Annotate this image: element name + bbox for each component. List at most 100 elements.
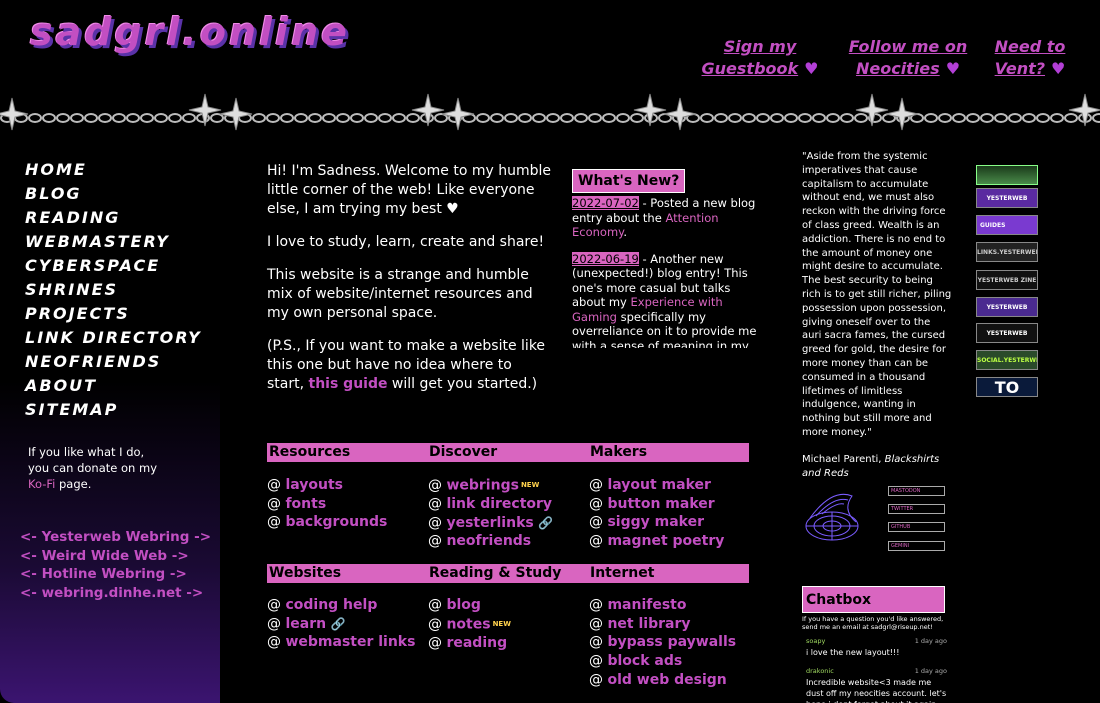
- header-makers: Makers: [590, 444, 648, 460]
- link-net-library[interactable]: net library: [607, 616, 690, 632]
- chain-link-icon: 🔗: [330, 616, 346, 631]
- link-coding-help[interactable]: coding help: [285, 597, 377, 613]
- intro-p4: (P.S., If you want to make a website lik…: [267, 337, 552, 394]
- link-fonts[interactable]: fonts: [285, 496, 326, 512]
- link-webrings[interactable]: webrings: [446, 477, 518, 493]
- link-block-ads[interactable]: block ads: [607, 653, 682, 669]
- yesterweb-button[interactable]: YESTERWEB RECLAIM THE NET: [976, 188, 1038, 208]
- link-manifesto[interactable]: manifesto: [607, 597, 686, 613]
- discord-button[interactable]: YESTERWEB DISCORD: [976, 297, 1038, 317]
- link-item: @ coding help: [267, 597, 378, 613]
- badge-button[interactable]: [976, 165, 1038, 185]
- link-item: @ layouts: [267, 477, 344, 493]
- link-item: @ button maker: [589, 495, 715, 512]
- vent-link[interactable]: Need to Vent? ♥: [980, 36, 1080, 80]
- guide-link[interactable]: this guide: [309, 376, 388, 392]
- webring-hotline[interactable]: <- Hotline Webring ->: [20, 565, 211, 584]
- nav-cyberspace[interactable]: Cyberspace: [25, 254, 205, 278]
- main-nav: Home Blog Reading Webmastery Cyberspace …: [25, 158, 205, 422]
- link-item: @ neofriends: [428, 533, 532, 550]
- chat-message: drakonic 1 day ago Incredible website<3 m…: [802, 666, 947, 703]
- site-logo[interactable]: sadgrl.online: [30, 10, 350, 54]
- to-button[interactable]: TO: [976, 377, 1038, 397]
- link-item: @ bypass paywalls: [589, 634, 737, 651]
- nav-webmastery[interactable]: Webmastery: [25, 230, 205, 254]
- news-feed[interactable]: 2022-07-02 - Posted a new blog entry abo…: [572, 196, 757, 348]
- guestbook-link[interactable]: Sign my Guestbook ♥: [700, 36, 820, 80]
- header-reading-study: Reading & Study: [429, 565, 562, 581]
- webring-yesterweb[interactable]: <- Yesterweb Webring ->: [20, 528, 211, 547]
- twitter-button[interactable]: TWITTER: [888, 504, 945, 514]
- wireframe-sculpture-icon: [805, 493, 859, 541]
- link-magnet-poetry[interactable]: magnet poetry: [607, 533, 724, 549]
- radio-button[interactable]: YESTERWEB RADIO: [976, 323, 1038, 343]
- nav-neofriends[interactable]: Neofriends: [25, 350, 205, 374]
- nav-shrines[interactable]: Shrines: [25, 278, 205, 302]
- mastodon-button[interactable]: MASTODON: [888, 486, 945, 496]
- donate-text: If you like what I do, you can donate on…: [28, 444, 168, 492]
- intro-p2: I love to study, learn, create and share…: [267, 234, 545, 250]
- chat-text: i love the new layout!!!: [806, 648, 900, 657]
- chat-user[interactable]: drakonic: [806, 666, 834, 677]
- links-reading-study: @ blog @ notes NEW @ reading: [428, 596, 511, 652]
- section-header: Resources Discover Makers: [267, 443, 749, 462]
- link-link-directory[interactable]: link directory: [446, 496, 552, 512]
- quote-text: "Aside from the systemic imperatives tha…: [802, 151, 952, 438]
- zine-button[interactable]: YESTERWEB ZINE: [976, 270, 1038, 290]
- links-makers: @ layout maker @ button maker @ siggy ma…: [589, 476, 724, 551]
- link-backgrounds[interactable]: backgrounds: [285, 514, 387, 530]
- nav-link-directory[interactable]: Link Directory: [25, 330, 205, 346]
- links-yesterweb-button[interactable]: LINKS.YESTERWEB.ORG: [976, 242, 1038, 262]
- nav-about[interactable]: About: [25, 374, 205, 398]
- intro-p3: This website is a strange and humble mix…: [267, 267, 533, 321]
- link-webmaster-links[interactable]: webmaster links: [285, 634, 415, 650]
- link-layout-maker[interactable]: layout maker: [607, 477, 710, 493]
- guides-button[interactable]: GUIDES: [976, 215, 1038, 235]
- kofi-link[interactable]: Ko-Fi: [28, 477, 55, 491]
- link-layouts[interactable]: layouts: [285, 477, 343, 493]
- link-item: @ reading: [428, 634, 508, 651]
- webring-dinhe[interactable]: <- webring.dinhe.net ->: [20, 584, 211, 603]
- social-yesterweb-button[interactable]: SOCIAL.YESTERWEB.ORG: [976, 350, 1038, 370]
- chatbox-messages[interactable]: soapy 1 day ago i love the new layout!!! …: [802, 636, 947, 703]
- new-badge: NEW: [520, 481, 540, 489]
- link-notes[interactable]: notes: [446, 616, 490, 632]
- nav-reading[interactable]: Reading: [25, 206, 205, 230]
- link-item: @ manifesto: [589, 597, 687, 613]
- nav-home[interactable]: Home: [25, 158, 205, 182]
- neocities-link[interactable]: Follow me on Neocities ♥: [848, 36, 968, 80]
- news-date: 2022-06-19: [572, 251, 639, 266]
- link-bypass-paywalls[interactable]: bypass paywalls: [607, 634, 736, 650]
- quote-block: "Aside from the systemic imperatives tha…: [802, 150, 952, 480]
- link-item: @ link directory: [428, 496, 553, 513]
- github-button[interactable]: GITHUB: [888, 522, 945, 532]
- gemini-button[interactable]: GEMINI: [888, 541, 945, 551]
- link-yesterlinks[interactable]: yesterlinks: [446, 515, 533, 531]
- link-siggy-maker[interactable]: siggy maker: [607, 514, 704, 530]
- nav-blog[interactable]: Blog: [25, 182, 205, 206]
- chat-user[interactable]: soapy: [806, 636, 825, 647]
- webring-weird-wide-web[interactable]: <- Weird Wide Web ->: [20, 547, 211, 566]
- links-resources: @ layouts @ fonts @ backgrounds: [267, 476, 387, 532]
- header-discover: Discover: [429, 444, 498, 460]
- link-old-web-design[interactable]: old web design: [607, 672, 726, 688]
- chatbox-title: Chatbox: [802, 586, 945, 613]
- nav-sitemap[interactable]: Sitemap: [25, 398, 205, 422]
- link-reading[interactable]: reading: [446, 635, 507, 651]
- link-button-maker[interactable]: button maker: [607, 496, 714, 512]
- heart-icon: ♥: [945, 59, 961, 78]
- link-blog[interactable]: blog: [446, 597, 480, 613]
- news-date: 2022-07-02: [572, 196, 639, 210]
- links-internet: @ manifesto @ net library @ bypass paywa…: [589, 596, 736, 690]
- link-item: @ blog: [428, 597, 481, 613]
- news-item: 2022-07-02 - Posted a new blog entry abo…: [572, 196, 757, 240]
- link-neofriends[interactable]: neofriends: [446, 533, 531, 549]
- link-item: @ net library: [589, 615, 691, 632]
- link-item: @ backgrounds: [267, 514, 388, 531]
- heart-icon: ♥: [804, 59, 819, 78]
- link-learn[interactable]: learn: [285, 616, 326, 632]
- nav-projects[interactable]: Projects: [25, 302, 205, 326]
- link-item: @ old web design: [589, 671, 727, 688]
- intro-p4-suffix: will get you started.): [387, 376, 538, 392]
- quote-attribution: Michael Parenti, Blackshirts and Reds: [802, 453, 952, 481]
